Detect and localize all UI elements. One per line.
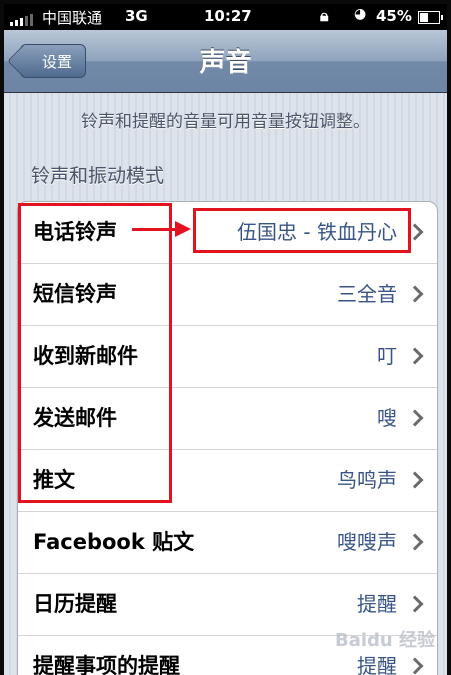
section-header-ringtones: 铃声和振动模式 [31, 165, 165, 187]
screenshot-frame: 中国联通 3G 10:27 🔒︎ ◕ 45% 设置 声音 铃声和提醒的音量可用音… [0, 0, 451, 675]
row-value: 嗖嗖声 [337, 530, 397, 554]
row-facebook-post[interactable]: Facebook 贴文 嗖嗖声 [18, 512, 437, 574]
annotation-arrow-head-icon [175, 221, 191, 237]
carrier-name: 中国联通 [42, 9, 103, 27]
chevron-right-icon [406, 409, 424, 427]
network-type: 3G [125, 7, 148, 25]
rotation-lock-icon: 🔒︎ [320, 6, 329, 25]
watermark-logo: Baidu 经验 [335, 630, 436, 651]
annotation-arrow-line [132, 228, 178, 231]
navigation-bar: 设置 声音 [4, 30, 447, 93]
row-value: 三全音 [337, 282, 397, 306]
chevron-right-icon [406, 533, 424, 551]
chevron-right-icon [406, 347, 424, 365]
row-label: 日历提醒 [33, 592, 117, 616]
chevron-right-icon [406, 285, 424, 303]
status-bar: 中国联通 3G 10:27 🔒︎ ◕ 45% [4, 4, 447, 30]
battery-icon [418, 11, 443, 24]
row-value: 叮 [377, 344, 397, 368]
row-label: Facebook 贴文 [33, 530, 195, 554]
chevron-right-icon [406, 657, 424, 675]
chevron-right-icon [406, 595, 424, 613]
annotation-box-ringtone-value [193, 208, 411, 253]
chevron-right-icon [406, 471, 424, 489]
row-label: 提醒事项的提醒 [33, 654, 180, 675]
clock: 10:27 [204, 7, 252, 25]
alarm-icon: ◕ [354, 6, 367, 22]
page-title: 声音 [199, 48, 252, 78]
row-value: 鸟鸣声 [337, 468, 397, 492]
battery-percentage: 45% [376, 7, 412, 25]
row-value: 嗖 [377, 406, 397, 430]
signal-strength-icon [10, 14, 33, 26]
annotation-box-labels [18, 203, 172, 503]
volume-hint-text: 铃声和提醒的音量可用音量按钮调整。 [81, 112, 370, 132]
